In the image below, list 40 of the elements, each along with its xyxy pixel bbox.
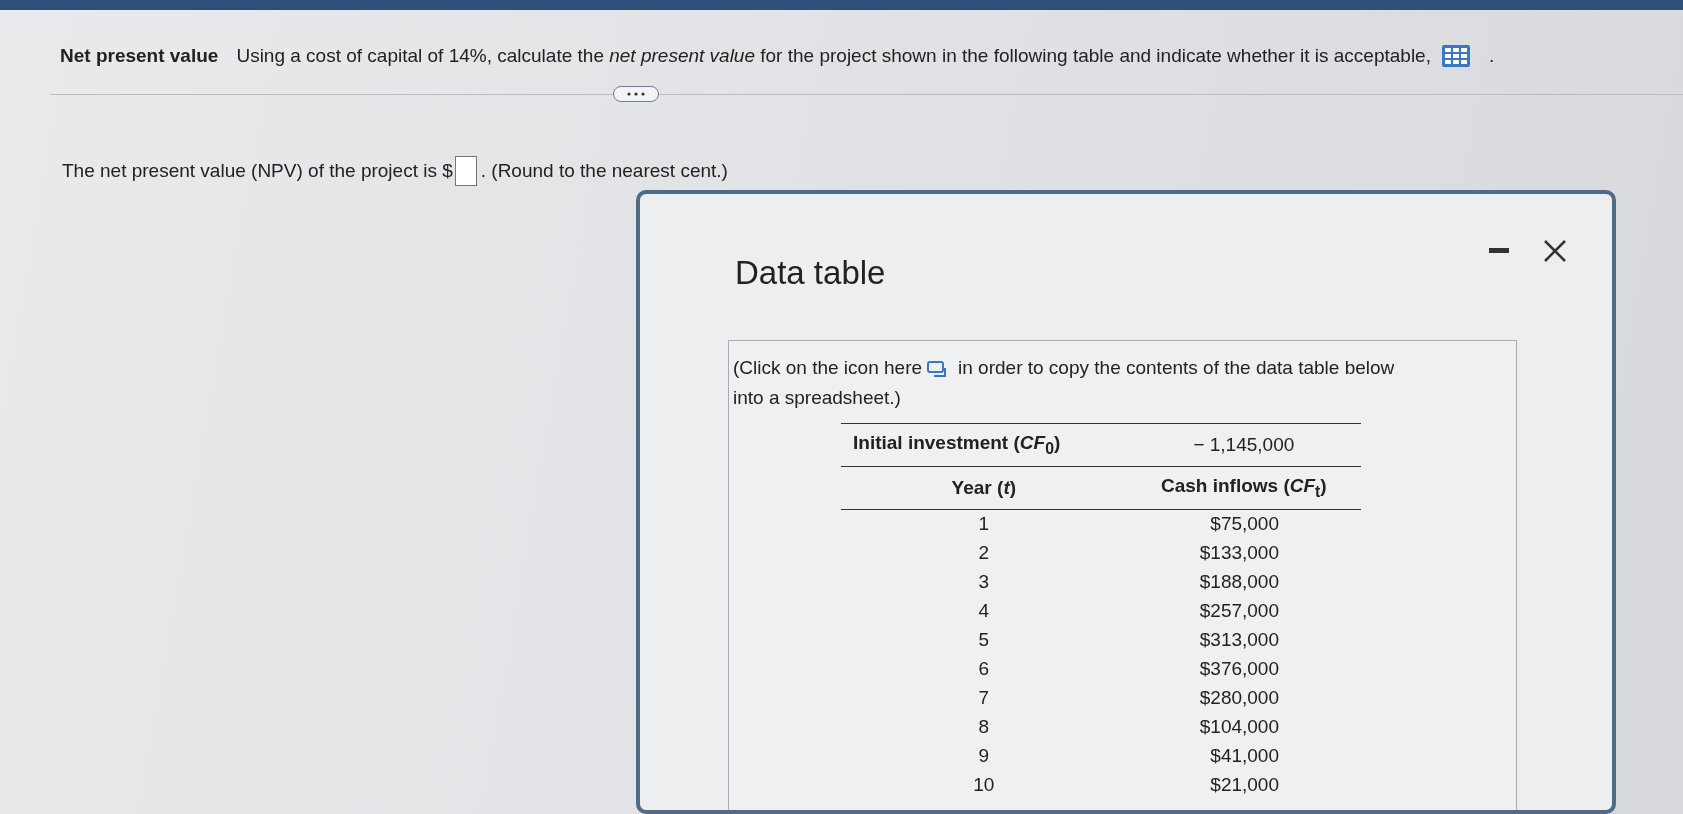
table-cell: $188,000 — [1199, 571, 1279, 593]
instruction-text: (Click on the icon here — [733, 357, 923, 378]
question-label: Net present value — [60, 45, 219, 67]
table-cell: $376,000 — [1199, 658, 1279, 680]
answer-prefix: The net present value (NPV) of the project is $ — [62, 160, 453, 182]
table-cell: 9 — [978, 745, 990, 767]
column-header: Year (t) — [951, 476, 1017, 498]
table-cell: $21,000 — [1210, 774, 1279, 796]
table-cell: 8 — [978, 716, 990, 738]
table-cell: $257,000 — [1199, 600, 1279, 622]
minimize-icon — [1489, 248, 1509, 254]
table-cell: $313,000 — [1199, 629, 1279, 651]
more-icon — [626, 91, 647, 97]
table-cell: 6 — [978, 658, 990, 680]
table-cell: − 1,145,000 — [1193, 433, 1295, 455]
answer-field[interactable] — [454, 156, 477, 186]
table-icon[interactable] — [1440, 44, 1471, 68]
instruction-text: in order to copy the contents of the data table below — [958, 357, 1395, 378]
table-cell: $280,000 — [1199, 687, 1279, 709]
table-cell: $41,000 — [1210, 745, 1279, 767]
table-cell: 3 — [978, 571, 990, 593]
table-cell: 5 — [978, 629, 990, 651]
table-cell: $104,000 — [1199, 716, 1279, 738]
copy-icon[interactable] — [926, 360, 949, 378]
table-cell: 1 — [978, 513, 990, 535]
instruction-text: into a spreadsheet.) — [733, 387, 901, 408]
table-header: Initial investment (CF$_{0}$) — [853, 432, 1061, 453]
table-cell: 7 — [978, 687, 990, 709]
answer-suffix: . (Round to the nearest cent.) — [480, 160, 728, 182]
close-icon — [1543, 239, 1567, 263]
dialog-title: Data table — [735, 254, 886, 292]
table-cell: 2 — [978, 542, 990, 564]
column-header: Cash inflows (CF$_{t}$) — [1160, 474, 1327, 496]
question-text: Using a cost of capital of 14%, calculate the net present value for the project shown in the following table and indicate whether it is acceptable, — [236, 45, 1431, 67]
period: . — [1488, 45, 1495, 67]
table-cell: 4 — [978, 600, 990, 622]
table-cell: 10 — [973, 774, 995, 796]
table-cell: $75,000 — [1210, 513, 1279, 535]
more-button[interactable] — [613, 86, 660, 102]
table-cell: $133,000 — [1199, 542, 1279, 564]
